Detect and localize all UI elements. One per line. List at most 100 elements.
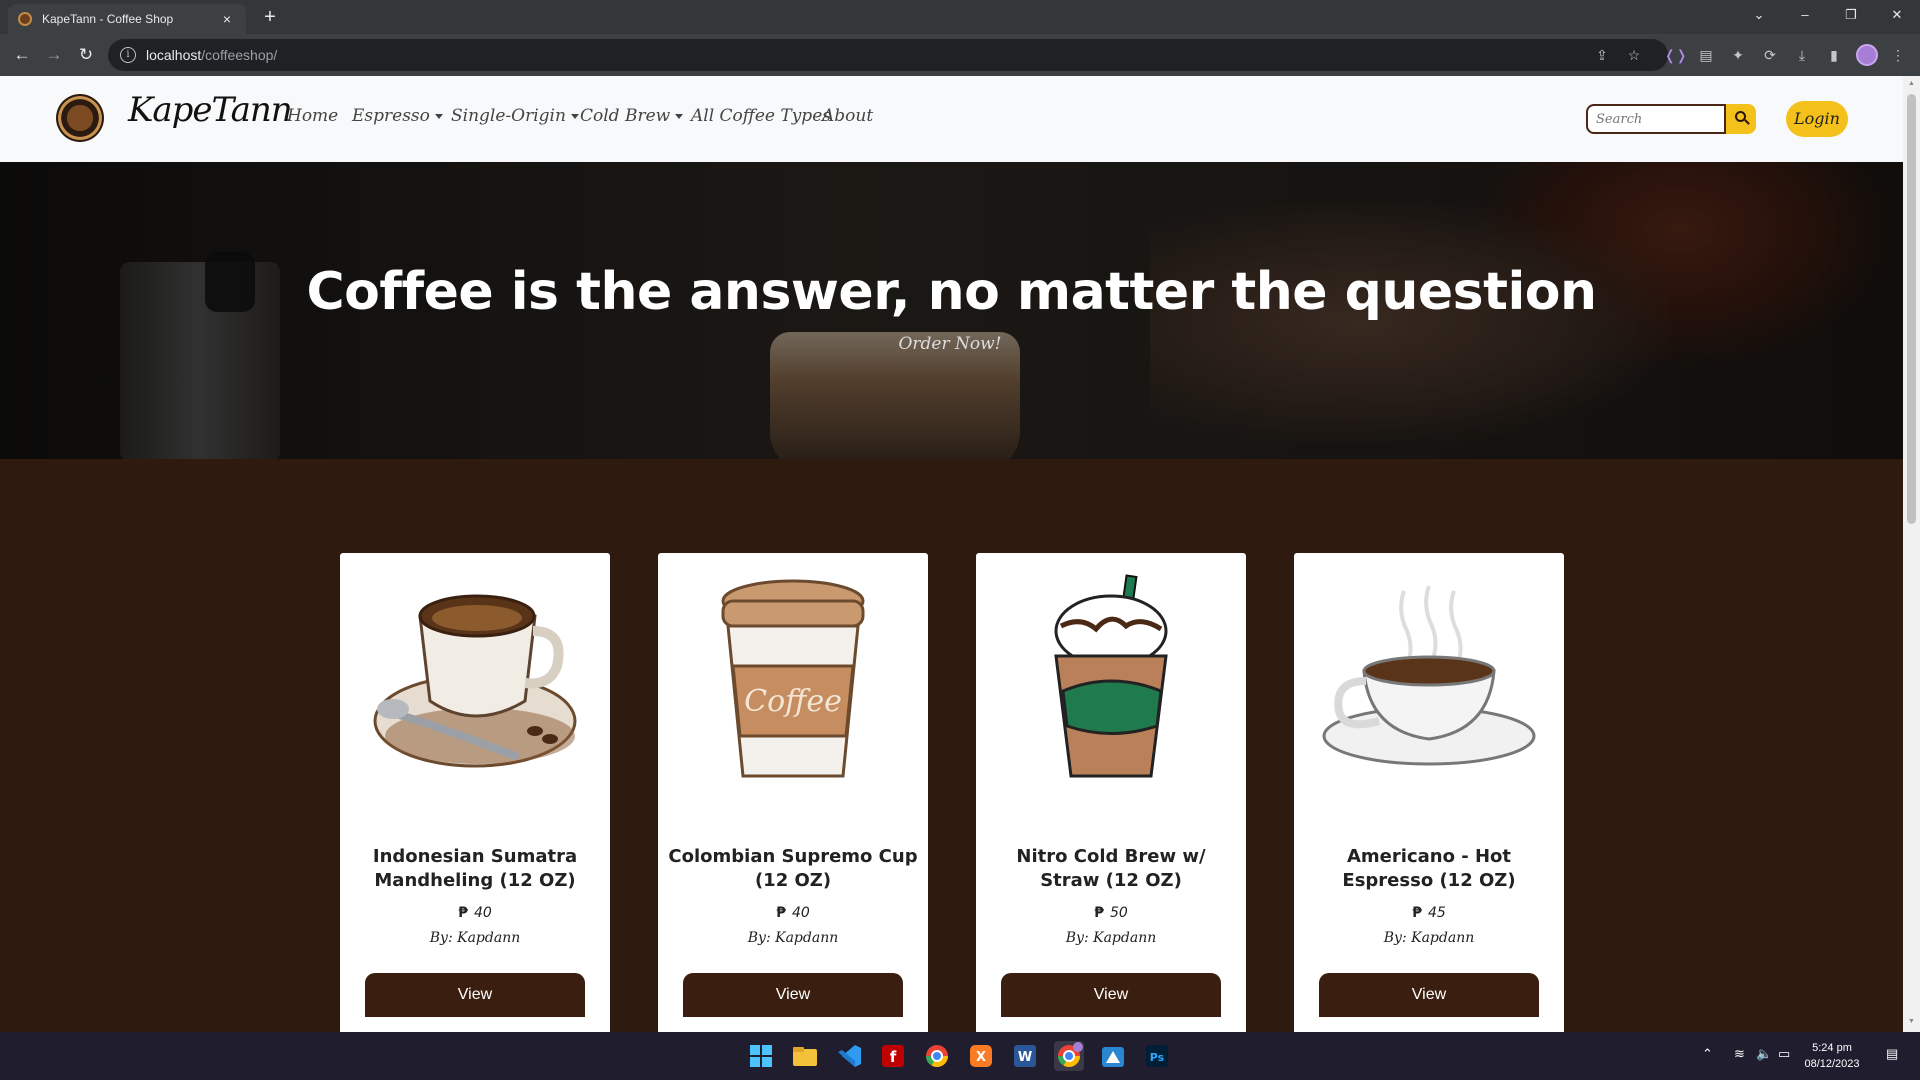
scrollbar-thumb[interactable] xyxy=(1907,94,1916,524)
windows-start-icon[interactable] xyxy=(746,1041,776,1071)
volume-icon[interactable]: 🔈 xyxy=(1756,1046,1772,1062)
restore-button[interactable]: ❐ xyxy=(1828,0,1874,30)
tab-close-icon[interactable]: × xyxy=(218,11,236,27)
svg-text:Ps: Ps xyxy=(1150,1051,1165,1064)
product-name: Americano - Hot Espresso (12 OZ) xyxy=(1342,846,1516,891)
nav-label: About xyxy=(822,106,874,126)
currency-symbol: ₱ xyxy=(1412,905,1422,921)
currency-symbol: ₱ xyxy=(458,905,468,921)
filezilla-icon[interactable]: f xyxy=(878,1041,908,1071)
download-icon[interactable]: ⤓ xyxy=(1792,45,1812,65)
clock-date: 08/12/2023 xyxy=(1804,1058,1860,1070)
site-favicon-icon xyxy=(18,12,32,26)
nav-about[interactable]: About xyxy=(822,106,873,126)
site-header: KapeTann Home Espresso Single-Origin Col… xyxy=(0,76,1903,162)
coffee-cup-saucer-illustration xyxy=(373,594,577,768)
view-button[interactable]: View xyxy=(1001,973,1221,1017)
search-input[interactable] xyxy=(1586,104,1726,134)
price-amount: 40 xyxy=(791,905,810,921)
star-icon[interactable]: ☆ xyxy=(1624,45,1644,65)
menu-kebab-icon[interactable]: ⋮ xyxy=(1888,45,1908,65)
takeaway-cup-illustration: Coffee xyxy=(721,579,865,778)
tray-overflow-chevron-icon[interactable]: ⌃ xyxy=(1702,1046,1713,1062)
price-amount: 40 xyxy=(473,905,492,921)
address-bar[interactable]: i localhost/coffeeshop/ xyxy=(108,39,1668,71)
price-amount: 45 xyxy=(1427,905,1446,921)
reading-list-icon[interactable]: ▤ xyxy=(1696,45,1716,65)
product-author: By: Kapdann xyxy=(429,930,521,946)
nav-label: Espresso xyxy=(352,106,430,126)
price-amount: 50 xyxy=(1109,905,1128,921)
product-name: Nitro Cold Brew w/ Straw (12 OZ) xyxy=(1016,846,1206,891)
close-window-button[interactable]: ✕ xyxy=(1874,0,1920,30)
taskbar-clock[interactable]: 5:24 pm 08/12/2023 xyxy=(1792,1040,1872,1072)
product-price: ₱ 50 xyxy=(976,905,1246,921)
page-scrollbar[interactable]: ▲ ▼ xyxy=(1903,76,1920,1032)
nav-label: Home xyxy=(287,106,339,126)
chrome-icon[interactable] xyxy=(922,1041,952,1071)
view-button[interactable]: View xyxy=(683,973,903,1017)
nav-espresso[interactable]: Espresso xyxy=(352,106,443,126)
scroll-up-arrow-icon[interactable]: ▲ xyxy=(1907,80,1916,87)
url-host: localhost xyxy=(146,47,202,63)
hero-title: Coffee is the answer, no matter the ques… xyxy=(306,262,1597,322)
product-price: ₱ 45 xyxy=(1294,905,1564,921)
nav-all-coffee-types[interactable]: All Coffee Types xyxy=(691,106,831,126)
share-icon[interactable]: ⇪ xyxy=(1592,45,1612,65)
search-button[interactable] xyxy=(1726,104,1756,134)
wifi-icon[interactable]: ≋ xyxy=(1734,1046,1745,1062)
store-icon[interactable] xyxy=(1098,1041,1128,1071)
product-price: ₱ 40 xyxy=(658,905,928,921)
login-button[interactable]: Login xyxy=(1786,101,1848,137)
site-info-icon[interactable]: i xyxy=(120,47,136,63)
back-arrow-icon[interactable]: ← xyxy=(10,43,34,67)
chevron-down-icon xyxy=(675,114,684,119)
clock-time: 5:24 pm xyxy=(1812,1042,1852,1054)
tab-title: KapeTann - Coffee Shop xyxy=(42,12,174,26)
browser-tab-bar: KapeTann - Coffee Shop × + ⌄ – ❐ ✕ xyxy=(0,0,1920,34)
nav-home[interactable]: Home xyxy=(287,106,338,126)
sync-icon[interactable]: ⟳ xyxy=(1760,45,1780,65)
nav-label: All Coffee Types xyxy=(691,106,831,126)
page-viewport: KapeTann Home Espresso Single-Origin Col… xyxy=(0,76,1903,1032)
url-path: /coffeeshop/ xyxy=(201,47,278,63)
file-explorer-icon[interactable] xyxy=(790,1041,820,1071)
profile-avatar[interactable] xyxy=(1856,44,1878,66)
chevron-down-icon xyxy=(434,114,443,119)
chrome-dev-icon[interactable] xyxy=(1054,1041,1084,1071)
browser-toolbar: ← → ↻ i localhost/coffeeshop/ ⇪ ☆ ❬❭ ▤ ✦… xyxy=(0,34,1920,76)
order-now-link[interactable]: Order Now! xyxy=(880,334,1020,354)
browser-tab[interactable]: KapeTann - Coffee Shop × xyxy=(8,4,246,34)
hero-banner: Coffee is the answer, no matter the ques… xyxy=(0,162,1903,459)
word-icon[interactable]: W xyxy=(1010,1041,1040,1071)
svg-text:X: X xyxy=(976,1050,986,1065)
svg-text:f: f xyxy=(890,1048,897,1066)
battery-icon[interactable]: ▭ xyxy=(1778,1046,1790,1062)
brand-name[interactable]: KapeTann xyxy=(128,90,293,130)
vscode-icon[interactable] xyxy=(834,1041,864,1071)
frappe-cup-illustration xyxy=(1054,574,1168,778)
view-button[interactable]: View xyxy=(1319,973,1539,1017)
svg-text:Coffee: Coffee xyxy=(744,684,842,719)
notification-icon[interactable]: ▤ xyxy=(1886,1046,1898,1062)
sidebar-icon[interactable]: ▮ xyxy=(1824,45,1844,65)
dev-extension-icon[interactable]: ❬❭ xyxy=(1664,45,1687,65)
brand-logo[interactable] xyxy=(56,94,104,142)
extensions-puzzle-icon[interactable]: ✦ xyxy=(1728,45,1748,65)
scroll-down-arrow-icon[interactable]: ▼ xyxy=(1907,1018,1916,1025)
minimize-button[interactable]: – xyxy=(1782,0,1828,30)
photoshop-icon[interactable]: Ps xyxy=(1142,1041,1172,1071)
new-tab-button[interactable]: + xyxy=(258,6,282,30)
nav-single-origin[interactable]: Single-Origin xyxy=(451,106,579,126)
product-author: By: Kapdann xyxy=(1383,930,1475,946)
nav-label: Single-Origin xyxy=(451,106,566,126)
xampp-icon[interactable]: X xyxy=(966,1041,996,1071)
reload-icon[interactable]: ↻ xyxy=(74,43,98,67)
tab-search-icon[interactable]: ⌄ xyxy=(1736,0,1782,30)
forward-arrow-icon[interactable]: → xyxy=(42,43,66,67)
nav-cold-brew[interactable]: Cold Brew xyxy=(580,106,684,126)
product-author: By: Kapdann xyxy=(747,930,839,946)
product-price: ₱ 40 xyxy=(340,905,610,921)
view-button[interactable]: View xyxy=(365,973,585,1017)
product-name: Colombian Supremo Cup (12 OZ) xyxy=(668,846,918,891)
